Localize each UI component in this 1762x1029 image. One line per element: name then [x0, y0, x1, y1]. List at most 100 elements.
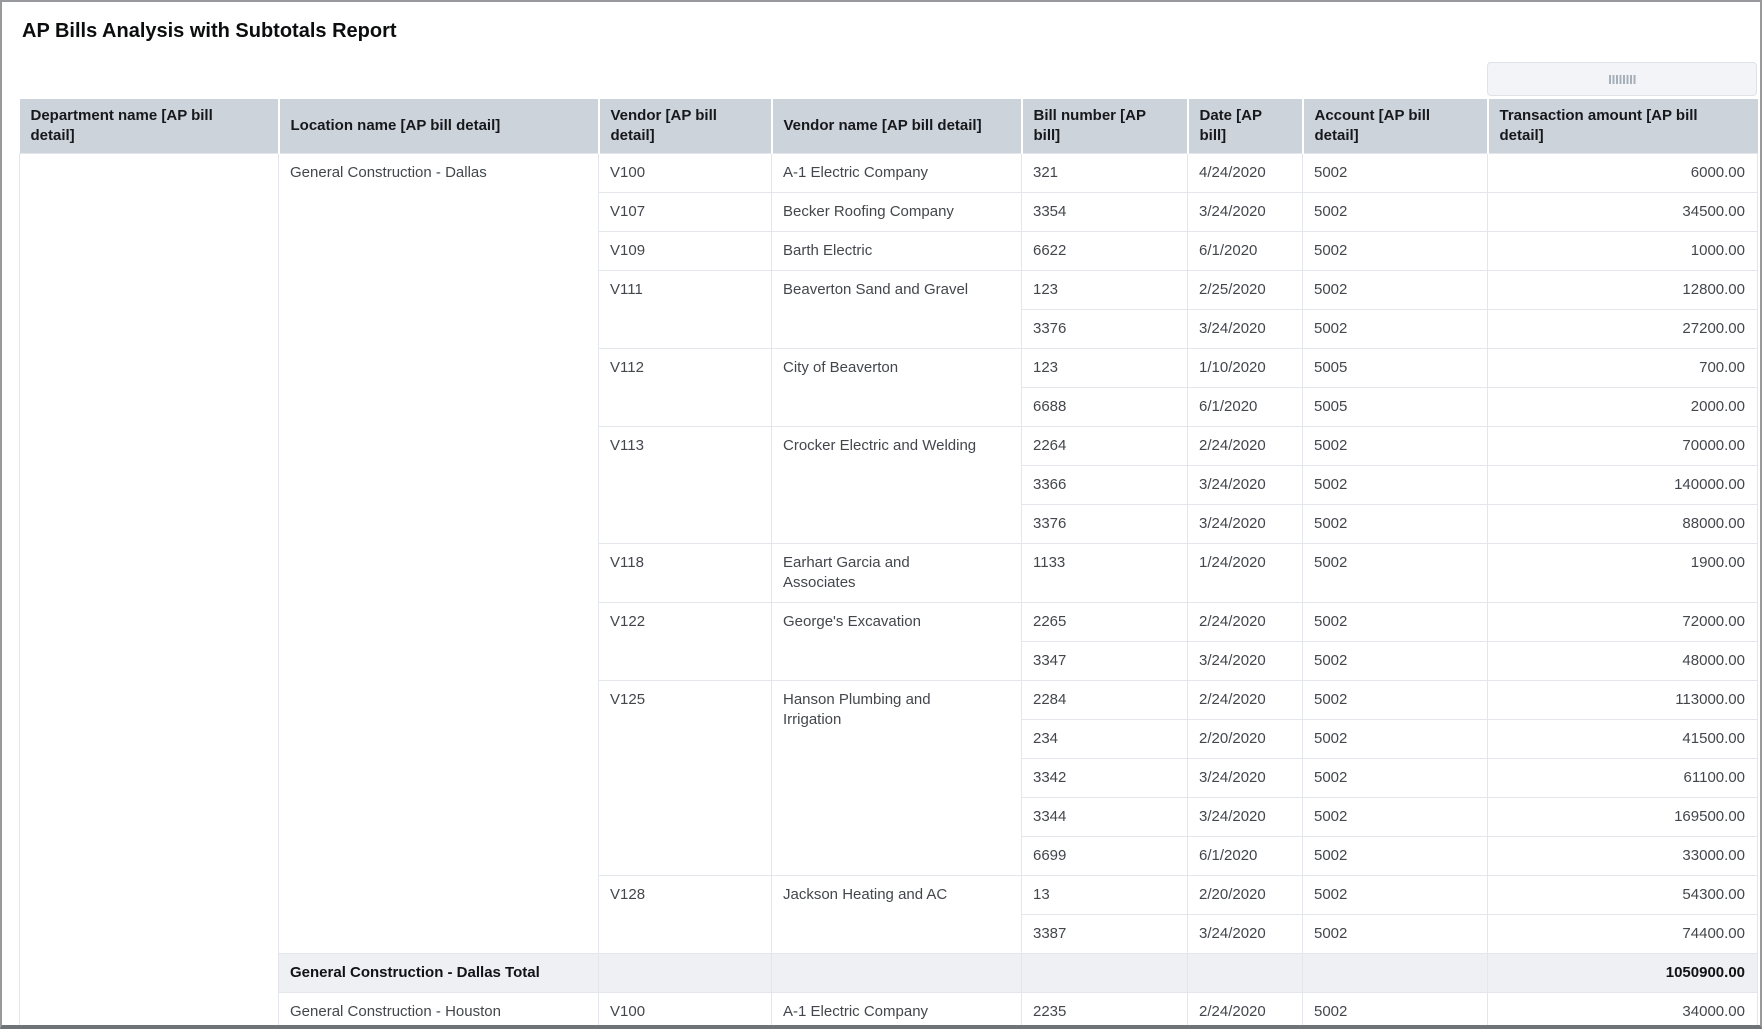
cell-vendor: V128: [599, 875, 772, 953]
cell-date: 3/24/2020: [1188, 465, 1303, 504]
cell-transaction_amount: 54300.00: [1488, 875, 1758, 914]
cell-location: General Construction - Dallas: [279, 153, 599, 953]
cell-vendor_name: City of Beaverton: [772, 348, 1022, 426]
cell-date: 2/24/2020: [1188, 602, 1303, 641]
cell-bill_number: 234: [1022, 719, 1188, 758]
cell-vendor_name: Barth Electric: [772, 231, 1022, 270]
cell-vendor: V100: [599, 992, 772, 1029]
cell-transaction_amount: 48000.00: [1488, 641, 1758, 680]
cell-account: 5002: [1303, 836, 1488, 875]
cell-vendor_name: Beaverton Sand and Gravel: [772, 270, 1022, 348]
cell-bill_number: 6688: [1022, 387, 1188, 426]
cell-vendor_name: Crocker Electric and Welding: [772, 426, 1022, 543]
cell-vendor: V107: [599, 192, 772, 231]
cell-date: 3/24/2020: [1188, 192, 1303, 231]
cell-bill_number: 6699: [1022, 836, 1188, 875]
cell-account: 5002: [1303, 153, 1488, 192]
cell-vendor: V122: [599, 602, 772, 680]
cell-transaction_amount: 140000.00: [1488, 465, 1758, 504]
cell-vendor_name: A-1 Electric Company: [772, 992, 1022, 1029]
cell-date: [1188, 953, 1303, 992]
cell-account: 5002: [1303, 270, 1488, 309]
cell-date: 2/24/2020: [1188, 426, 1303, 465]
cell-bill_number: 3376: [1022, 309, 1188, 348]
cell-account: 5002: [1303, 192, 1488, 231]
cell-bill_number: 2235: [1022, 992, 1188, 1029]
cell-transaction_amount: 74400.00: [1488, 914, 1758, 953]
header-location[interactable]: Location name [AP bill detail]: [279, 99, 599, 153]
header-bill_number[interactable]: Bill number [AP bill]: [1022, 99, 1188, 153]
cell-account: 5002: [1303, 465, 1488, 504]
cell-account: 5002: [1303, 914, 1488, 953]
cell-date: 3/24/2020: [1188, 758, 1303, 797]
cell-account: [1303, 953, 1488, 992]
cell-bill_number: 3347: [1022, 641, 1188, 680]
cell-date: 6/1/2020: [1188, 387, 1303, 426]
cell-date: 3/24/2020: [1188, 797, 1303, 836]
cell-bill_number: 2284: [1022, 680, 1188, 719]
cell-transaction_amount: 113000.00: [1488, 680, 1758, 719]
cell-bill_number: 2264: [1022, 426, 1188, 465]
cell-bill_number: 123: [1022, 270, 1188, 309]
cell-date: 2/25/2020: [1188, 270, 1303, 309]
cell-account: 5002: [1303, 504, 1488, 543]
header-vendor_name[interactable]: Vendor name [AP bill detail]: [772, 99, 1022, 153]
cell-transaction_amount: 2000.00: [1488, 387, 1758, 426]
column-drag-handle[interactable]: [1487, 62, 1757, 96]
cell-vendor_name: Earhart Garcia and Associates: [772, 543, 1022, 602]
header-vendor[interactable]: Vendor [AP bill detail]: [599, 99, 772, 153]
cell-bill_number: 3387: [1022, 914, 1188, 953]
cell-account: 5002: [1303, 992, 1488, 1029]
cell-transaction_amount: 34500.00: [1488, 192, 1758, 231]
cell-location: General Construction - Houston: [279, 992, 599, 1029]
table-row: General Construction - HoustonV100A-1 El…: [20, 992, 1758, 1029]
cell-transaction_amount: 1000.00: [1488, 231, 1758, 270]
report-window: AP Bills Analysis with Subtotals Report …: [0, 0, 1762, 1029]
header-date[interactable]: Date [AP bill]: [1188, 99, 1303, 153]
cell-vendor: [599, 953, 772, 992]
cell-vendor_name: A-1 Electric Company: [772, 153, 1022, 192]
cell-transaction_amount: 34000.00: [1488, 992, 1758, 1029]
cell-date: 3/24/2020: [1188, 641, 1303, 680]
cell-transaction_amount: 61100.00: [1488, 758, 1758, 797]
cell-date: 2/24/2020: [1188, 992, 1303, 1029]
subtotal-row: General Construction - Dallas Total10509…: [20, 953, 1758, 992]
cell-vendor: V125: [599, 680, 772, 875]
cell-date: 6/1/2020: [1188, 836, 1303, 875]
cell-transaction_amount: 88000.00: [1488, 504, 1758, 543]
cell-vendor_name: George's Excavation: [772, 602, 1022, 680]
cell-vendor_name: [772, 953, 1022, 992]
table-row: General Construction - DallasV100A-1 Ele…: [20, 153, 1758, 192]
cell-vendor: V112: [599, 348, 772, 426]
cell-bill_number: 13: [1022, 875, 1188, 914]
cell-date: 1/24/2020: [1188, 543, 1303, 602]
cell-bill_number: 123: [1022, 348, 1188, 387]
cell-account: 5002: [1303, 758, 1488, 797]
cell-date: 1/10/2020: [1188, 348, 1303, 387]
cell-account: 5002: [1303, 231, 1488, 270]
cell-account: 5002: [1303, 426, 1488, 465]
cell-bill_number: 1133: [1022, 543, 1188, 602]
cell-transaction_amount: 41500.00: [1488, 719, 1758, 758]
cell-bill_number: 3376: [1022, 504, 1188, 543]
page-title: AP Bills Analysis with Subtotals Report: [22, 20, 397, 43]
cell-account: 5002: [1303, 543, 1488, 602]
cell-vendor_name: Jackson Heating and AC: [772, 875, 1022, 953]
cell-vendor: V113: [599, 426, 772, 543]
cell-vendor: V109: [599, 231, 772, 270]
cell-date: 2/24/2020: [1188, 680, 1303, 719]
cell-transaction_amount: 1050900.00: [1488, 953, 1758, 992]
cell-date: 3/24/2020: [1188, 914, 1303, 953]
header-transaction_amount[interactable]: Transaction amount [AP bill detail]: [1488, 99, 1758, 153]
cell-bill_number: 3354: [1022, 192, 1188, 231]
cell-transaction_amount: 72000.00: [1488, 602, 1758, 641]
cell-account: 5002: [1303, 602, 1488, 641]
cell-account: 5002: [1303, 680, 1488, 719]
cell-date: 6/1/2020: [1188, 231, 1303, 270]
table-header-row: Department name [AP bill detail]Location…: [20, 99, 1758, 153]
cell-account: 5002: [1303, 875, 1488, 914]
header-department[interactable]: Department name [AP bill detail]: [20, 99, 279, 153]
cell-transaction_amount: 27200.00: [1488, 309, 1758, 348]
cell-date: 2/20/2020: [1188, 719, 1303, 758]
header-account[interactable]: Account [AP bill detail]: [1303, 99, 1488, 153]
